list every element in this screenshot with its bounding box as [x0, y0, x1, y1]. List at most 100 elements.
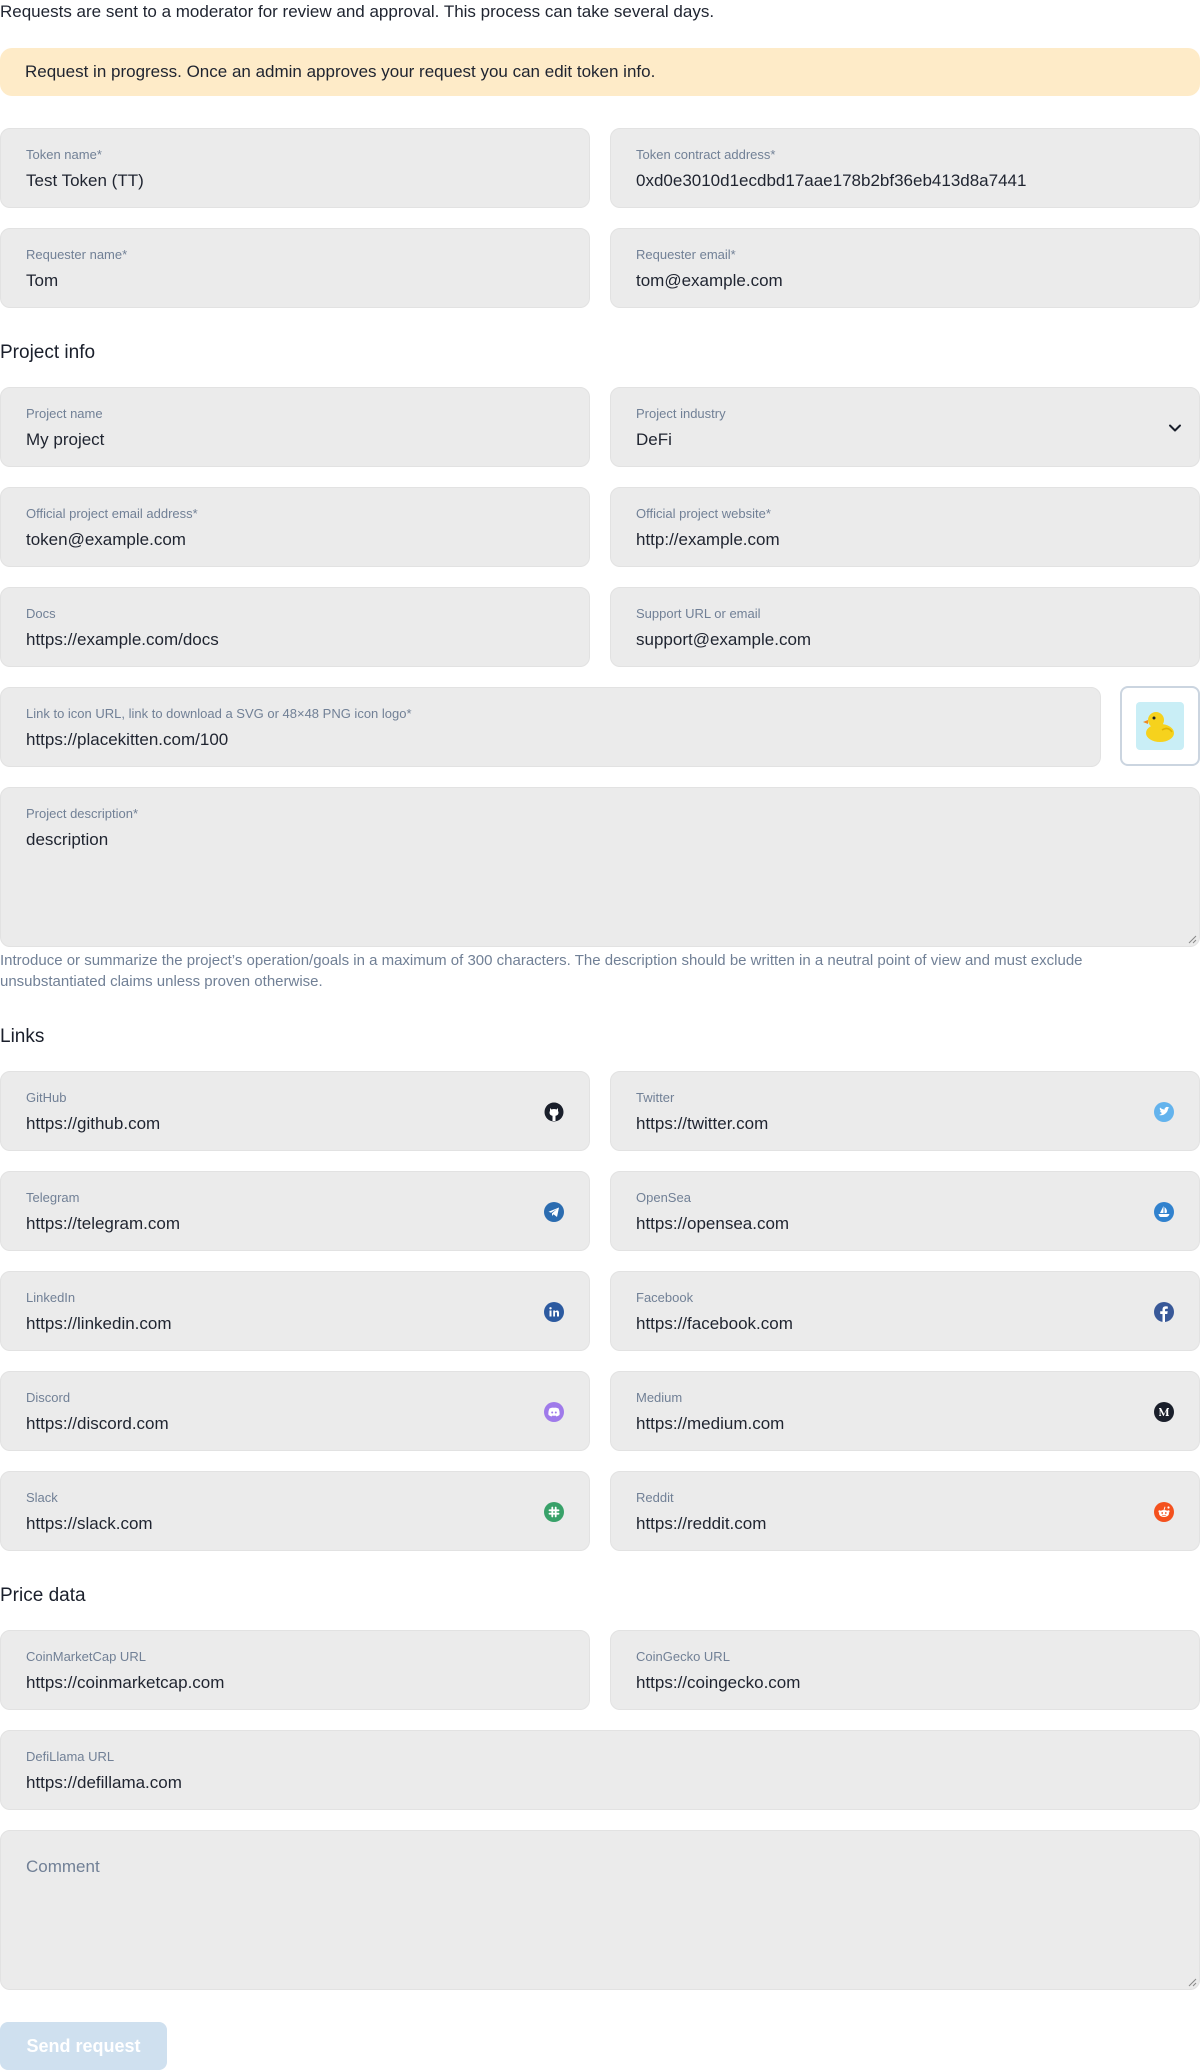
- twitter-value: https://twitter.com: [636, 1114, 769, 1133]
- support-label: Support URL or email: [636, 606, 761, 621]
- github-label: GitHub: [26, 1090, 67, 1105]
- linkedin-label: LinkedIn: [26, 1290, 76, 1305]
- icon-url-label: Link to icon URL, link to download a SVG…: [26, 706, 412, 721]
- facebook-value: https://facebook.com: [636, 1314, 793, 1333]
- resize-handle-icon[interactable]: [1187, 934, 1197, 944]
- token-address-value: 0xd0e3010d1ecdbd17aae178b2bf36eb413d8a74…: [636, 171, 1027, 190]
- duck-icon: [1136, 702, 1184, 750]
- intro-text: Requests are sent to a moderator for rev…: [0, 2, 715, 21]
- price-data-heading: Price data: [0, 1585, 86, 1606]
- chevron-down-icon: [1165, 418, 1185, 438]
- requester-name-field[interactable]: Requester name* Tom: [0, 228, 590, 308]
- opensea-field[interactable]: OpenSea https://opensea.com: [610, 1171, 1200, 1251]
- reddit-icon: [1154, 1502, 1174, 1522]
- status-alert: Request in progress. Once an admin appro…: [0, 48, 1200, 96]
- discord-label: Discord: [26, 1390, 71, 1405]
- coinmarketcap-field[interactable]: CoinMarketCap URL https://coinmarketcap.…: [0, 1630, 590, 1710]
- medium-field[interactable]: Medium https://medium.com: [610, 1371, 1200, 1451]
- requester-email-label: Requester email*: [636, 247, 736, 262]
- telegram-value: https://telegram.com: [26, 1214, 181, 1233]
- token-address-field[interactable]: Token contract address* 0xd0e3010d1ecdbd…: [610, 128, 1200, 208]
- project-website-label: Official project website*: [636, 506, 771, 521]
- token-name-value: Test Token (TT): [26, 171, 144, 190]
- coingecko-value: https://coingecko.com: [636, 1673, 801, 1692]
- twitter-icon: [1154, 1102, 1174, 1122]
- coinmarketcap-label: CoinMarketCap URL: [26, 1649, 146, 1664]
- discord-field[interactable]: Discord https://discord.com: [0, 1371, 590, 1451]
- medium-label: Medium: [636, 1390, 683, 1405]
- project-info-heading: Project info: [0, 342, 96, 363]
- description-hint: Introduce or summarize the project’s ope…: [0, 952, 1083, 990]
- project-name-field[interactable]: Project name My project: [0, 387, 590, 467]
- github-field[interactable]: GitHub https://github.com: [0, 1071, 590, 1151]
- status-alert-text: Request in progress. Once an admin appro…: [25, 62, 656, 81]
- opensea-icon: [1154, 1202, 1174, 1222]
- project-description-label: Project description*: [26, 806, 138, 821]
- facebook-icon: [1154, 1302, 1174, 1322]
- discord-value: https://discord.com: [26, 1414, 169, 1433]
- docs-label: Docs: [26, 606, 56, 621]
- reddit-field[interactable]: Reddit https://reddit.com: [610, 1471, 1200, 1551]
- facebook-label: Facebook: [636, 1290, 694, 1305]
- defillama-field[interactable]: DefiLlama URL https://defillama.com: [0, 1730, 1200, 1810]
- icon-url-field[interactable]: Link to icon URL, link to download a SVG…: [0, 687, 1101, 767]
- slack-value: https://slack.com: [26, 1514, 153, 1533]
- medium-icon: [1154, 1402, 1174, 1422]
- requester-email-field[interactable]: Requester email* tom@example.com: [610, 228, 1200, 308]
- comment-placeholder: Comment: [26, 1857, 100, 1876]
- opensea-value: https://opensea.com: [636, 1214, 790, 1233]
- project-email-value: token@example.com: [26, 530, 186, 549]
- token-address-label: Token contract address*: [636, 147, 776, 162]
- telegram-field[interactable]: Telegram https://telegram.com: [0, 1171, 590, 1251]
- project-industry-select[interactable]: Project industry DeFi: [610, 387, 1200, 467]
- project-name-value: My project: [26, 430, 105, 449]
- project-email-label: Official project email address*: [26, 506, 198, 521]
- linkedin-field[interactable]: LinkedIn https://linkedin.com: [0, 1271, 590, 1351]
- support-field[interactable]: Support URL or email support@example.com: [610, 587, 1200, 667]
- icon-url-value: https://placekitten.com/100: [26, 730, 229, 749]
- reddit-value: https://reddit.com: [636, 1514, 767, 1533]
- slack-icon: [544, 1502, 564, 1522]
- docs-field[interactable]: Docs https://example.com/docs: [0, 587, 590, 667]
- twitter-field[interactable]: Twitter https://twitter.com: [610, 1071, 1200, 1151]
- coinmarketcap-value: https://coinmarketcap.com: [26, 1673, 225, 1692]
- project-website-field[interactable]: Official project website* http://example…: [610, 487, 1200, 567]
- docs-value: https://example.com/docs: [26, 630, 219, 649]
- token-name-label: Token name*: [26, 147, 102, 162]
- github-value: https://github.com: [26, 1114, 161, 1133]
- project-description-textarea[interactable]: Project description* description: [0, 787, 1200, 947]
- project-industry-value: DeFi: [636, 430, 672, 449]
- links-heading: Links: [0, 1026, 45, 1047]
- coingecko-field[interactable]: CoinGecko URL https://coingecko.com: [610, 1630, 1200, 1710]
- requester-email-value: tom@example.com: [636, 271, 783, 290]
- linkedin-value: https://linkedin.com: [26, 1314, 172, 1333]
- slack-label: Slack: [26, 1490, 58, 1505]
- icon-preview: [1120, 686, 1200, 766]
- defillama-label: DefiLlama URL: [26, 1749, 115, 1764]
- send-request-button[interactable]: Send request: [0, 2022, 167, 2070]
- twitter-label: Twitter: [636, 1090, 675, 1105]
- requester-name-label: Requester name*: [26, 247, 128, 262]
- token-name-field[interactable]: Token name* Test Token (TT): [0, 128, 590, 208]
- project-industry-label: Project industry: [636, 406, 726, 421]
- defillama-value: https://defillama.com: [26, 1773, 182, 1792]
- opensea-label: OpenSea: [636, 1190, 691, 1205]
- requester-name-value: Tom: [26, 271, 59, 290]
- comment-textarea[interactable]: Comment: [0, 1830, 1200, 1990]
- linkedin-icon: [544, 1302, 564, 1322]
- medium-value: https://medium.com: [636, 1414, 785, 1433]
- telegram-icon: [544, 1202, 564, 1222]
- telegram-label: Telegram: [26, 1190, 80, 1205]
- project-email-field[interactable]: Official project email address* token@ex…: [0, 487, 590, 567]
- support-value: support@example.com: [636, 630, 812, 649]
- project-name-label: Project name: [26, 406, 103, 421]
- slack-field[interactable]: Slack https://slack.com: [0, 1471, 590, 1551]
- github-icon: [544, 1102, 564, 1122]
- resize-handle-icon[interactable]: [1187, 1977, 1197, 1987]
- discord-icon: [544, 1402, 564, 1422]
- project-website-value: http://example.com: [636, 530, 780, 549]
- project-description-value: description: [26, 830, 109, 849]
- reddit-label: Reddit: [636, 1490, 674, 1505]
- coingecko-label: CoinGecko URL: [636, 1649, 730, 1664]
- facebook-field[interactable]: Facebook https://facebook.com: [610, 1271, 1200, 1351]
